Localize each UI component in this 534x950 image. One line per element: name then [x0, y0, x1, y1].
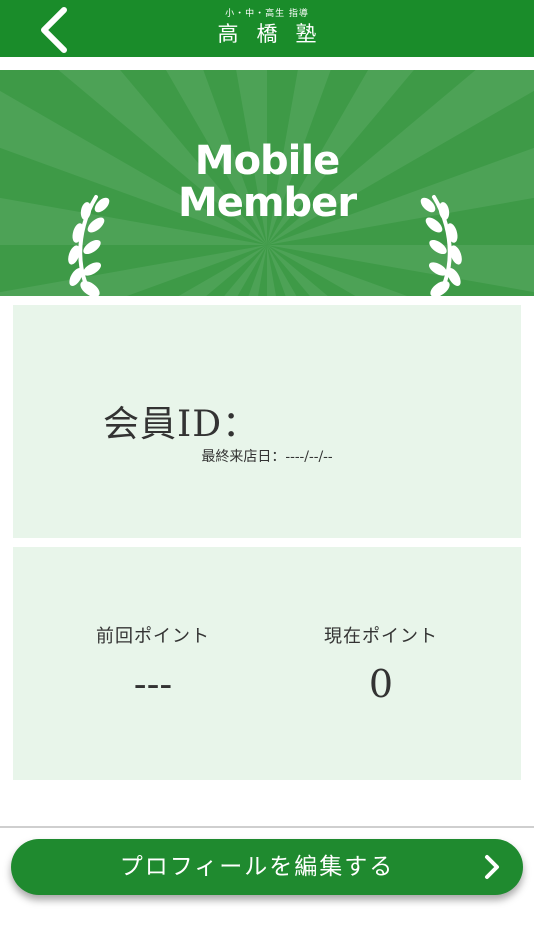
- points-card: 前回ポイント --- 現在ポイント 0: [13, 547, 521, 780]
- banner-title: Mobile Member: [0, 140, 534, 224]
- previous-points-label: 前回ポイント: [96, 626, 210, 647]
- chevron-right-icon: [485, 855, 499, 879]
- mobile-member-banner: Mobile Member: [0, 70, 534, 296]
- footer-divider: [0, 826, 534, 828]
- member-id-label: 会員ID：: [103, 404, 260, 445]
- member-id-card: 会員ID： 最終来店日：----/--/--: [13, 305, 521, 538]
- previous-points-value: ---: [133, 662, 173, 706]
- edit-profile-button[interactable]: プロフィールを編集する: [11, 839, 523, 895]
- previous-points: 前回ポイント ---: [26, 622, 280, 706]
- logo-title: 高橋塾: [217, 22, 335, 46]
- logo-subtitle: 小・中・高生 指導: [225, 9, 309, 19]
- app-header: 小・中・高生 指導 高橋塾: [0, 0, 534, 57]
- current-points: 現在ポイント 0: [254, 622, 508, 706]
- current-points-label: 現在ポイント: [324, 626, 438, 647]
- banner-title-line1: Mobile: [194, 138, 340, 184]
- last-visit-date: 最終来店日：----/--/--: [201, 449, 333, 465]
- banner-title-line2: Member: [177, 180, 357, 226]
- current-points-value: 0: [368, 662, 394, 706]
- logo: 小・中・高生 指導 高橋塾: [0, 9, 534, 48]
- edit-profile-label: プロフィールを編集する: [119, 854, 395, 880]
